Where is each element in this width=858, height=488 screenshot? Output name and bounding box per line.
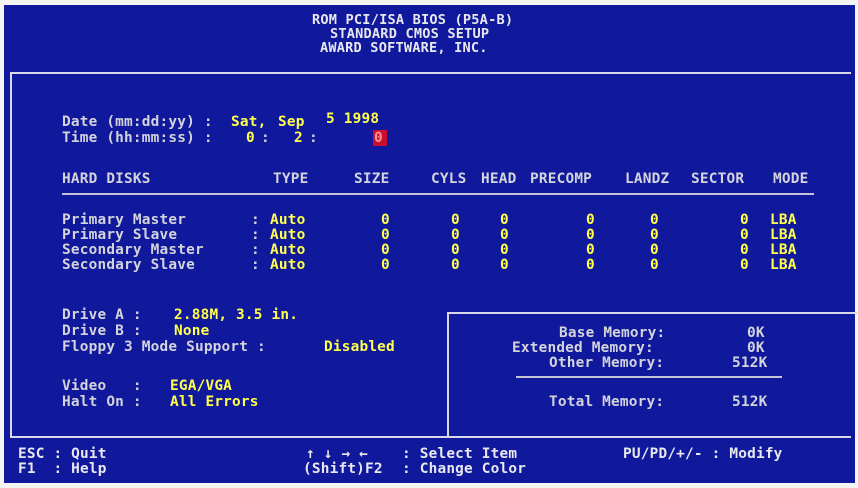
- disk-mode[interactable]: LBA: [770, 212, 797, 228]
- arrow-keys-icon: ↑ ↓ → ←: [306, 446, 369, 462]
- total-memory-label: Total Memory:: [549, 394, 665, 410]
- drive-a-value[interactable]: 2.88M, 3.5 in.: [174, 307, 298, 323]
- other-memory-value: 512K: [732, 355, 768, 371]
- col-head: HEAD: [481, 171, 517, 187]
- date-label: Date (mm:dd:yy) :: [62, 114, 213, 130]
- colon: :: [251, 257, 260, 273]
- time-separator-1: :: [261, 130, 270, 146]
- disk-type[interactable]: Auto: [270, 242, 305, 258]
- other-memory-label: Other Memory:: [549, 355, 665, 371]
- time-label: Time (hh:mm:ss) :: [62, 130, 213, 146]
- help-change-color: : Change Color: [402, 461, 527, 477]
- col-sector: SECTOR: [691, 171, 745, 187]
- disk-precomp: 0: [586, 212, 595, 228]
- disk-sector: 0: [740, 227, 749, 243]
- drive-a-label: Drive A :: [62, 307, 142, 323]
- help-modify[interactable]: PU/PD/+/- : Modify: [623, 446, 783, 462]
- video-label: Video :: [62, 378, 142, 394]
- disk-landz: 0: [650, 227, 659, 243]
- total-memory-value: 512K: [732, 394, 768, 410]
- main-frame-top: [10, 72, 851, 74]
- disk-type[interactable]: Auto: [270, 257, 305, 273]
- halt-on-value[interactable]: All Errors: [170, 394, 259, 410]
- memory-separator: [516, 376, 782, 378]
- help-esc-quit[interactable]: ESC : Quit: [18, 446, 107, 462]
- disk-precomp: 0: [586, 242, 595, 258]
- disk-mode[interactable]: LBA: [770, 227, 797, 243]
- drive-b-label: Drive B :: [62, 323, 142, 339]
- floppy3-label: Floppy 3 Mode Support :: [62, 339, 266, 355]
- floppy3-value[interactable]: Disabled: [324, 339, 395, 355]
- disk-mode[interactable]: LBA: [770, 242, 797, 258]
- disk-head: 0: [500, 257, 509, 273]
- extended-memory-label: Extended Memory:: [512, 340, 654, 356]
- colon: :: [251, 227, 260, 243]
- video-value[interactable]: EGA/VGA: [170, 378, 232, 394]
- disk-size: 0: [381, 257, 390, 273]
- date-weekday[interactable]: Sat,: [231, 114, 266, 130]
- help-f1-help[interactable]: F1 : Help: [18, 461, 107, 477]
- vendor-title: AWARD SOFTWARE, INC.: [320, 40, 488, 56]
- help-shift-f2[interactable]: (Shift)F2: [303, 461, 383, 477]
- disk-size: 0: [381, 227, 390, 243]
- disk-sector: 0: [740, 242, 749, 258]
- disk-precomp: 0: [586, 257, 595, 273]
- disk-name: Secondary Master: [62, 242, 204, 258]
- disk-size: 0: [381, 242, 390, 258]
- disk-size: 0: [381, 212, 390, 228]
- main-frame-left: [10, 72, 12, 438]
- col-size: SIZE: [354, 171, 390, 187]
- col-hard-disks: HARD DISKS: [62, 171, 151, 187]
- disk-landz: 0: [650, 212, 659, 228]
- extended-memory-value: 0K: [747, 340, 765, 356]
- disk-cyls: 0: [451, 212, 460, 228]
- colon: :: [251, 212, 260, 228]
- time-seconds-cursor[interactable]: 0: [373, 130, 387, 146]
- disk-name: Primary Master: [62, 212, 187, 228]
- base-memory-label: Base Memory:: [559, 325, 666, 341]
- disk-head: 0: [500, 242, 509, 258]
- base-memory-value: 0K: [747, 325, 765, 341]
- disk-sector: 0: [740, 212, 749, 228]
- hard-disk-header-separator: [62, 193, 814, 195]
- time-minutes[interactable]: 2: [294, 130, 303, 146]
- disk-precomp: 0: [586, 227, 595, 243]
- disk-mode[interactable]: LBA: [770, 257, 797, 273]
- col-precomp: PRECOMP: [530, 171, 593, 187]
- disk-type[interactable]: Auto: [270, 212, 305, 228]
- date-day-year[interactable]: 5 1998: [326, 111, 379, 127]
- disk-head: 0: [500, 227, 509, 243]
- colon: :: [251, 242, 260, 258]
- disk-cyls: 0: [451, 227, 460, 243]
- halt-on-label: Halt On :: [62, 394, 142, 410]
- col-mode: MODE: [773, 171, 809, 187]
- date-month[interactable]: Sep: [278, 114, 305, 130]
- disk-name: Secondary Slave: [62, 257, 195, 273]
- time-separator-2: :: [309, 130, 318, 146]
- disk-cyls: 0: [451, 242, 460, 258]
- disk-cyls: 0: [451, 257, 460, 273]
- col-type: TYPE: [273, 171, 309, 187]
- col-cyls: CYLS: [431, 171, 467, 187]
- disk-landz: 0: [650, 242, 659, 258]
- disk-landz: 0: [650, 257, 659, 273]
- bios-screen: ROM PCI/ISA BIOS (P5A-B) STANDARD CMOS S…: [4, 5, 857, 483]
- disk-type[interactable]: Auto: [270, 227, 305, 243]
- col-landz: LANDZ: [625, 171, 670, 187]
- drive-b-value[interactable]: None: [174, 323, 209, 339]
- disk-head: 0: [500, 212, 509, 228]
- disk-sector: 0: [740, 257, 749, 273]
- disk-name: Primary Slave: [62, 227, 178, 243]
- help-select-item: : Select Item: [402, 446, 518, 462]
- time-hours[interactable]: 0: [246, 130, 255, 146]
